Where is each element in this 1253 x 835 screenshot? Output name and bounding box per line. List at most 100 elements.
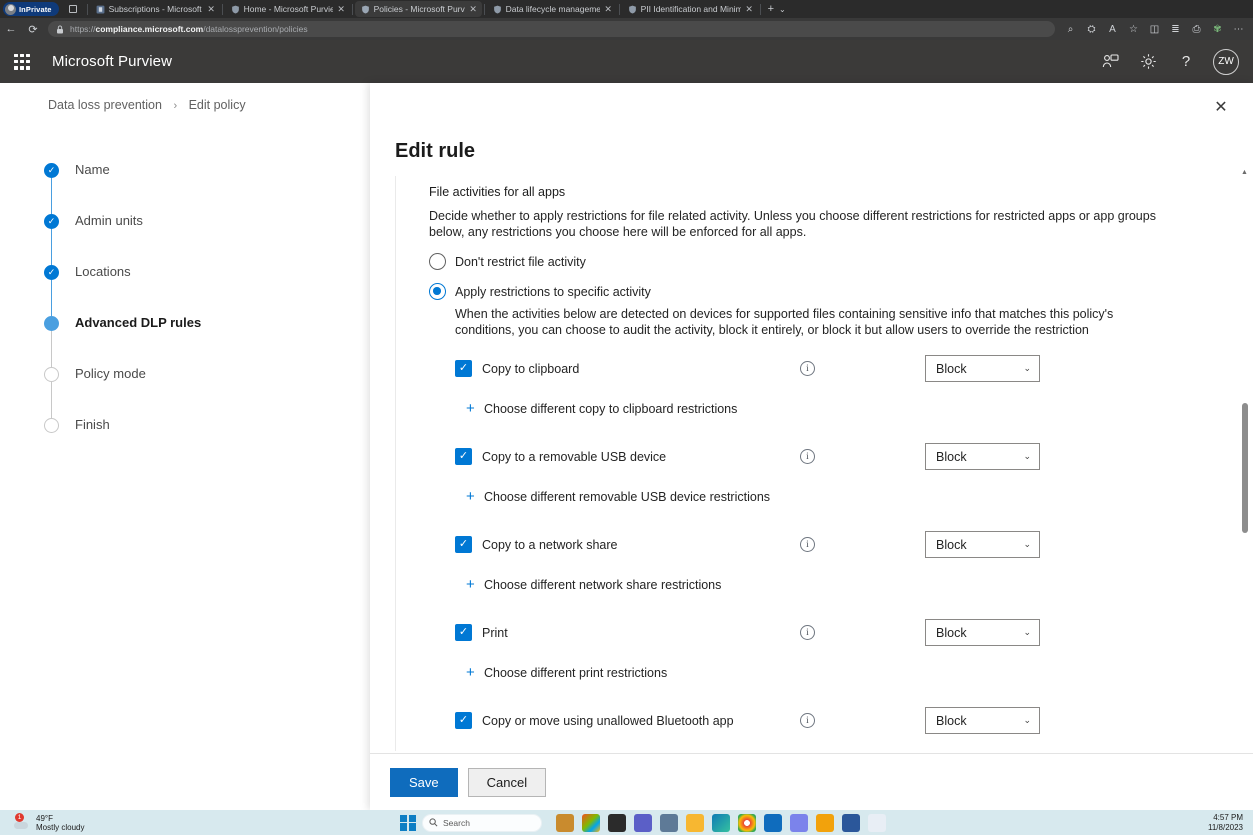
- breadcrumb-root[interactable]: Data loss prevention: [48, 98, 162, 112]
- activity-action-dropdown[interactable]: Block ⌄: [925, 619, 1040, 646]
- tab-close-icon[interactable]: ✕: [469, 4, 478, 14]
- file-explorer-icon[interactable]: [608, 813, 626, 832]
- checkbox-checked-icon[interactable]: ✓: [455, 448, 472, 465]
- activity-checkbox-group[interactable]: ✓ Copy to a removable USB device: [455, 448, 666, 465]
- close-icon[interactable]: ✕: [1209, 95, 1233, 119]
- activity-checkbox-group[interactable]: ✓ Copy or move using unallowed Bluetooth…: [455, 712, 734, 729]
- app-launcher-icon[interactable]: [12, 52, 32, 72]
- clock-date: 11/8/2023: [1208, 822, 1243, 832]
- taskbar-weather-widget[interactable]: 1 49°F Mostly cloudy: [14, 813, 84, 832]
- activity-label: Copy to a removable USB device: [482, 449, 667, 464]
- wizard-step-policy-mode[interactable]: Policy mode: [44, 366, 304, 418]
- purview-favicon: [628, 5, 636, 13]
- clock-time: 4:57 PM: [1213, 812, 1243, 822]
- info-icon[interactable]: i: [800, 537, 815, 552]
- tab-close-icon[interactable]: ✕: [337, 4, 346, 14]
- favorite-star-icon[interactable]: ☆: [1124, 20, 1143, 38]
- checkbox-checked-icon[interactable]: ✓: [455, 624, 472, 641]
- checkbox-checked-icon[interactable]: ✓: [455, 536, 472, 553]
- reload-button[interactable]: ⟳: [22, 19, 44, 39]
- avatar[interactable]: ZW: [1213, 48, 1239, 75]
- browser-tab[interactable]: Home - Microsoft Purview ✕: [225, 1, 350, 17]
- tab-close-icon[interactable]: ✕: [604, 4, 613, 14]
- radio-button[interactable]: [429, 253, 446, 270]
- panel-scrollbar[interactable]: ▲: [1240, 169, 1249, 756]
- tab-close-icon[interactable]: ✕: [207, 4, 216, 14]
- inprivate-indicator[interactable]: InPrivate: [3, 2, 59, 16]
- activity-checkbox-group[interactable]: ✓ Print: [455, 624, 508, 641]
- visio-icon[interactable]: [868, 813, 886, 832]
- activity-action-dropdown[interactable]: Block ⌄: [925, 707, 1040, 734]
- activity-action-dropdown[interactable]: Block ⌄: [925, 531, 1040, 558]
- teams-purple-icon[interactable]: [790, 813, 808, 832]
- split-screen-icon[interactable]: ◫: [1145, 20, 1164, 38]
- choose-different-restrictions-link[interactable]: + Choose different network share restric…: [466, 575, 1233, 619]
- step-label: Finish: [75, 417, 110, 432]
- radio-button-selected[interactable]: [429, 283, 446, 300]
- activity-label: Print: [482, 625, 508, 640]
- outlook-icon[interactable]: [764, 813, 782, 832]
- cancel-button[interactable]: Cancel: [467, 767, 547, 797]
- chrome-icon[interactable]: [738, 813, 756, 832]
- scrollbar-thumb[interactable]: [1241, 403, 1248, 533]
- address-bar[interactable]: https://compliance.microsoft.com/datalos…: [48, 21, 1055, 37]
- browser-tab[interactable]: PII Identification and Minimizati ✕: [622, 1, 758, 17]
- dropdown-value: Block: [936, 713, 967, 728]
- word-icon[interactable]: [842, 813, 860, 832]
- activity-checkbox-group[interactable]: ✓ Copy to a network share: [455, 536, 618, 553]
- back-button[interactable]: ←: [0, 19, 22, 39]
- copilot-icon[interactable]: ✾: [1208, 20, 1227, 38]
- search-icon: [429, 818, 438, 827]
- wizard-step-name[interactable]: ✓ Name: [44, 162, 304, 214]
- wizard-step-finish[interactable]: Finish: [44, 417, 304, 469]
- browser-tab-active[interactable]: Policies - Microsoft Purview ✕: [354, 1, 482, 17]
- browser-essentials-icon[interactable]: ⎙: [1187, 20, 1206, 38]
- file-explorer-yellow-icon[interactable]: [686, 813, 704, 832]
- radio-dont-restrict[interactable]: Don't restrict file activity: [429, 253, 1233, 270]
- tab-list-chevron-down-icon[interactable]: ⌄: [779, 5, 792, 14]
- gear-icon[interactable]: [1137, 51, 1159, 73]
- choose-different-restrictions-link[interactable]: + Choose different print restrictions: [466, 663, 1233, 707]
- windows-start-icon[interactable]: [400, 814, 416, 831]
- settings-icon[interactable]: [660, 813, 678, 832]
- section-description: Decide whether to apply restrictions for…: [429, 209, 1156, 239]
- browser-tab[interactable]: Subscriptions - Microsoft 365 ac ✕: [90, 1, 220, 17]
- checkbox-checked-icon[interactable]: ✓: [455, 712, 472, 729]
- read-aloud-icon[interactable]: A: [1103, 20, 1122, 38]
- scroll-up-arrow-icon[interactable]: ▲: [1241, 169, 1248, 176]
- info-icon[interactable]: i: [800, 713, 815, 728]
- wizard-step-locations[interactable]: ✓ Locations: [44, 264, 304, 316]
- taskbar-search-box[interactable]: Search: [422, 813, 542, 832]
- store-icon[interactable]: [816, 813, 834, 832]
- edge-icon[interactable]: [712, 813, 730, 832]
- wizard-step-admin-units[interactable]: ✓ Admin units: [44, 213, 304, 265]
- tab-actions-button[interactable]: [65, 2, 81, 16]
- info-icon[interactable]: i: [800, 449, 815, 464]
- zoom-icon[interactable]: ⌕: [1061, 20, 1080, 38]
- choose-different-restrictions-link[interactable]: + Choose different removable USB device …: [466, 487, 1233, 531]
- activity-label: Copy to a network share: [482, 537, 618, 552]
- activity-action-dropdown[interactable]: Block ⌄: [925, 355, 1040, 382]
- activity-checkbox-group[interactable]: ✓ Copy to clipboard: [455, 360, 579, 377]
- photos-icon[interactable]: [582, 813, 600, 832]
- feedback-icon[interactable]: [1099, 51, 1121, 73]
- activity-action-dropdown[interactable]: Block ⌄: [925, 443, 1040, 470]
- tab-close-icon[interactable]: ✕: [745, 4, 754, 14]
- radio-apply-restrictions[interactable]: Apply restrictions to specific activity: [429, 283, 1233, 300]
- info-icon[interactable]: i: [800, 625, 815, 640]
- help-icon[interactable]: ?: [1175, 51, 1197, 73]
- info-icon[interactable]: i: [800, 361, 815, 376]
- new-tab-button[interactable]: +: [763, 3, 779, 15]
- step-label: Name: [75, 162, 110, 177]
- wizard-step-advanced-dlp-rules[interactable]: Advanced DLP rules: [44, 315, 304, 367]
- widgets-icon[interactable]: [556, 813, 574, 832]
- save-button[interactable]: Save: [390, 767, 458, 797]
- choose-different-restrictions-link[interactable]: + Choose different copy to clipboard res…: [466, 399, 1233, 443]
- collections-icon[interactable]: ≣: [1166, 20, 1185, 38]
- teams-icon[interactable]: [634, 813, 652, 832]
- settings-ellipsis-icon[interactable]: ⋯: [1229, 20, 1248, 38]
- taskbar-clock[interactable]: 4:57 PM 11/8/2023: [1208, 813, 1243, 833]
- shopping-bag-icon[interactable]: ⛭: [1082, 20, 1101, 38]
- browser-tab[interactable]: Data lifecycle management - Mi ✕: [487, 1, 617, 17]
- checkbox-checked-icon[interactable]: ✓: [455, 360, 472, 377]
